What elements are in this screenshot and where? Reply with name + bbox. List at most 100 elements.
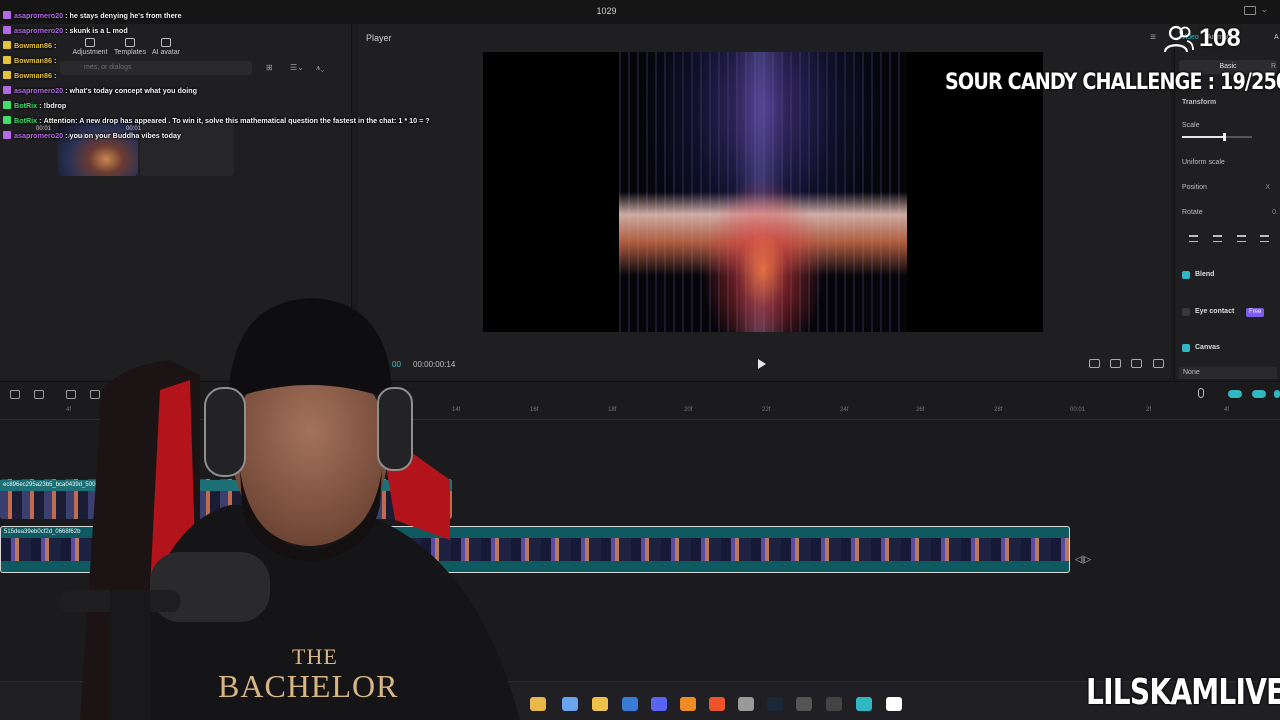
headphone-right — [377, 387, 413, 471]
app-icon[interactable] — [796, 697, 812, 711]
magnet-icon[interactable] — [1252, 390, 1266, 398]
rotate-label: Rotate — [1182, 209, 1203, 216]
durag — [228, 298, 392, 400]
video-frame — [619, 52, 907, 332]
chat-message: Bowman86 : — [0, 68, 430, 83]
link-icon[interactable] — [1228, 390, 1242, 398]
chat-separator: : — [51, 41, 59, 50]
snapshot-icon[interactable] — [1110, 359, 1121, 368]
steam-icon[interactable] — [767, 697, 783, 711]
4k-icon[interactable] — [826, 697, 842, 711]
chat-badge-icon — [3, 41, 11, 49]
chat-username: Bowman86 — [14, 56, 52, 65]
layout-icon[interactable] — [1244, 6, 1256, 15]
align-left-icon[interactable] — [1189, 235, 1198, 242]
rotate-field[interactable]: 0. — [1272, 209, 1278, 216]
chat-message: asapromero20 : what's today concept what… — [0, 83, 430, 98]
chat-message: BotRix : Attention: A new drop has appea… — [0, 113, 430, 128]
headphone-left — [204, 387, 246, 477]
ruler-tick-label: 00:01 — [1070, 407, 1086, 413]
chrome-icon[interactable] — [738, 697, 754, 711]
uniform-scale-label: Uniform scale — [1182, 159, 1225, 166]
chat-username: asapromero20 — [14, 11, 64, 20]
chat-username: asapromero20 — [14, 86, 64, 95]
chat-badge-icon — [3, 11, 11, 19]
chat-message: asapromero20 : skunk is a L mod — [0, 23, 430, 38]
align-top-icon[interactable] — [1260, 235, 1269, 242]
tab-extra[interactable]: A — [1274, 34, 1279, 41]
canvas-checkbox[interactable] — [1182, 344, 1190, 352]
scale-label: Scale — [1182, 122, 1200, 129]
brave-icon[interactable] — [709, 697, 725, 711]
play-icon[interactable] — [758, 359, 766, 369]
scale-slider-fill — [1182, 136, 1224, 138]
shirt-print-line2: BACHELOR — [218, 668, 399, 704]
chat-badge-icon — [3, 56, 11, 64]
ruler-tick-label: 24f — [840, 407, 849, 413]
canvas-select[interactable]: None — [1179, 367, 1277, 379]
align-right-icon[interactable] — [1237, 235, 1246, 242]
chat-badge-icon — [3, 101, 11, 109]
microphone-icon[interactable] — [1198, 388, 1204, 398]
chat-text: skunk is a L mod — [69, 26, 128, 35]
channel-brand: LILSKAMLIVE — [1086, 672, 1280, 713]
ruler-tick-label: 28f — [994, 407, 1003, 413]
chat-badge-icon — [3, 86, 11, 94]
chat-username: Bowman86 — [14, 41, 52, 50]
chat-separator: : — [51, 56, 59, 65]
capcut-icon[interactable] — [886, 697, 902, 711]
shirt-print-line1: THE — [292, 644, 338, 669]
chat-username: asapromero20 — [14, 131, 64, 140]
transform-section[interactable]: Transform — [1182, 99, 1216, 106]
chat-overlay: asapromero20 : he stays denying he's fro… — [0, 8, 430, 143]
trim-handle-icon[interactable]: ◁|▷ — [1075, 554, 1091, 565]
discord-icon[interactable] — [651, 697, 667, 711]
store-icon[interactable] — [622, 697, 638, 711]
blend-checkbox[interactable] — [1182, 271, 1190, 279]
chat-text: you on your Buddha vibes today — [69, 131, 181, 140]
copilot-icon[interactable] — [562, 697, 578, 711]
tab-other[interactable]: R — [1271, 63, 1276, 70]
eye-contact-checkbox[interactable] — [1182, 308, 1190, 316]
chat-message: BotRix : !bdrop — [0, 98, 430, 113]
snap-icon[interactable] — [1274, 390, 1280, 398]
quality-icon[interactable] — [1131, 359, 1142, 368]
chat-badge-icon — [3, 26, 11, 34]
chat-text: what's today concept what you doing — [69, 86, 198, 95]
chat-text: !bdrop — [43, 101, 67, 110]
mic-stand — [110, 590, 150, 720]
scale-slider-handle[interactable] — [1223, 133, 1226, 141]
chat-message: Bowman86 : — [0, 38, 430, 53]
ruler-tick-label: 20f — [684, 407, 693, 413]
scale-slider[interactable] — [1182, 133, 1252, 141]
fullscreen-icon[interactable] — [1153, 359, 1164, 368]
chat-message: asapromero20 : you on your Buddha vibes … — [0, 128, 430, 143]
chat-text: Attention: A new drop has appeared . To … — [43, 116, 430, 125]
ruler-tick-label: 4f — [1224, 407, 1230, 413]
position-x-field[interactable]: X — [1265, 184, 1270, 191]
ruler-tick-label: 18f — [608, 407, 617, 413]
notes-icon[interactable] — [856, 697, 872, 711]
menu-icon[interactable]: ≡ — [1150, 32, 1156, 43]
ratio-icon[interactable] — [1089, 359, 1100, 368]
chat-username: asapromero20 — [14, 26, 64, 35]
ruler-tick-label: 2f — [1146, 407, 1152, 413]
webcam-feed — [60, 298, 520, 720]
chevron-down-icon[interactable]: ⌄ — [1260, 4, 1268, 15]
ruler-tick-label: 26f — [916, 407, 925, 413]
blend-label: Blend — [1195, 271, 1215, 278]
file-explorer-icon[interactable] — [592, 697, 608, 711]
eye-contact-label: Eye contact — [1195, 308, 1235, 315]
chat-username: BotRix — [14, 101, 38, 110]
chat-badge-icon — [3, 131, 11, 139]
chat-username: BotRix — [14, 116, 38, 125]
align-center-icon[interactable] — [1213, 235, 1222, 242]
chat-message: Bowman86 : — [0, 53, 430, 68]
ruler-tick-label: 22f — [762, 407, 771, 413]
viewers-icon — [1163, 25, 1194, 53]
chat-message: asapromero20 : he stays denying he's fro… — [0, 8, 430, 23]
viewer-count: 108 — [1199, 24, 1241, 52]
position-label: Position — [1182, 184, 1207, 191]
chat-text: he stays denying he's from there — [69, 11, 182, 20]
fl-studio-icon[interactable] — [680, 697, 696, 711]
